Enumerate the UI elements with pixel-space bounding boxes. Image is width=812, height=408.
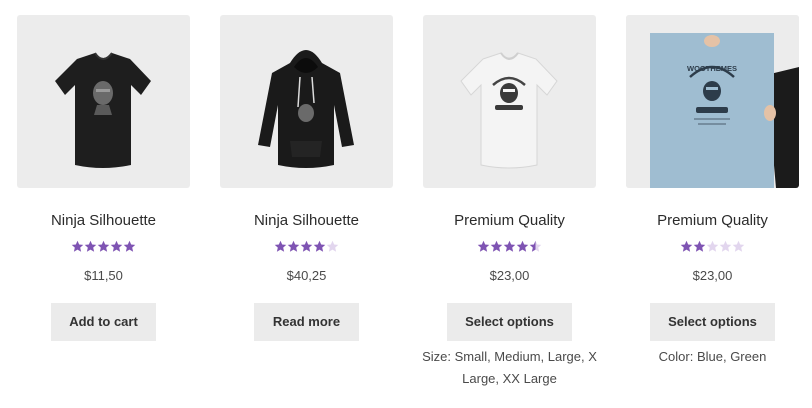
star-icon bbox=[300, 240, 313, 252]
tshirt-black-icon bbox=[55, 52, 151, 168]
product-price: $11,50 bbox=[84, 268, 123, 283]
star-icon bbox=[274, 240, 287, 252]
star-icon bbox=[287, 240, 300, 252]
star-icon bbox=[693, 240, 706, 252]
star-icon bbox=[313, 240, 326, 252]
star-icon bbox=[706, 240, 719, 252]
star-icon bbox=[503, 240, 516, 252]
star-icon bbox=[84, 240, 97, 252]
star-icon bbox=[477, 240, 490, 252]
tshirt-white-icon bbox=[460, 52, 558, 169]
star-rating bbox=[17, 240, 190, 253]
product-image[interactable] bbox=[17, 15, 190, 188]
product-title[interactable]: Premium Quality bbox=[606, 211, 812, 231]
star-icon bbox=[110, 240, 123, 252]
product-title[interactable]: Ninja Silhouette bbox=[200, 211, 413, 231]
read-more-button[interactable]: Read more bbox=[254, 303, 359, 341]
star-icon bbox=[680, 240, 693, 252]
star-icon bbox=[123, 240, 136, 252]
poster-icon: WOOTHEMES bbox=[626, 15, 799, 188]
star-icon bbox=[719, 240, 732, 252]
product-price: $23,00 bbox=[489, 268, 530, 283]
product-attributes: Size: Small, Medium, Large, X Large, XX … bbox=[422, 349, 597, 386]
star-rating bbox=[423, 240, 596, 253]
product-price: $23,00 bbox=[692, 268, 733, 283]
star-icon bbox=[732, 240, 745, 252]
add-to-cart-button[interactable]: Add to cart bbox=[51, 303, 156, 341]
product-image[interactable] bbox=[423, 15, 596, 188]
product-price: $40,25 bbox=[286, 268, 327, 283]
star-icon bbox=[529, 240, 542, 252]
product-attributes: Color: Blue, Green bbox=[658, 349, 767, 364]
select-options-button[interactable]: Select options bbox=[650, 303, 775, 341]
product-title[interactable]: Ninja Silhouette bbox=[0, 211, 210, 231]
star-icon bbox=[71, 240, 84, 252]
star-icon bbox=[490, 240, 503, 252]
product-image[interactable] bbox=[220, 15, 393, 188]
select-options-button[interactable]: Select options bbox=[447, 303, 572, 341]
hoodie-black-icon bbox=[258, 50, 354, 168]
star-icon bbox=[326, 240, 339, 252]
poster-logo-text: WOOTHEMES bbox=[687, 64, 737, 73]
star-icon bbox=[97, 240, 110, 252]
star-icon bbox=[516, 240, 529, 252]
star-rating bbox=[626, 240, 799, 253]
product-image[interactable]: WOOTHEMES bbox=[626, 15, 799, 188]
star-rating bbox=[220, 240, 393, 253]
product-title[interactable]: Premium Quality bbox=[403, 211, 616, 231]
